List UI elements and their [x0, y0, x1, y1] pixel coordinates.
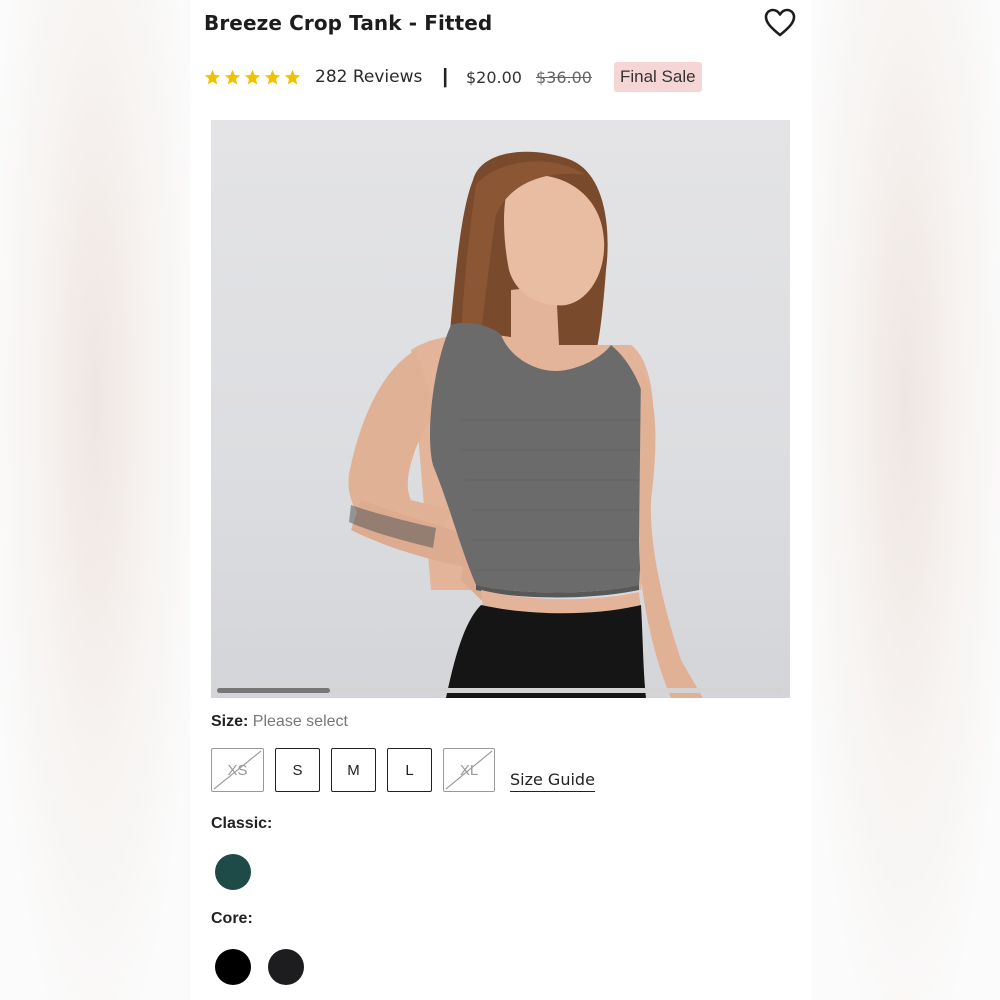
star-icon — [224, 69, 241, 85]
wishlist-heart-icon[interactable] — [764, 8, 796, 38]
size-xs-button[interactable]: XS — [211, 748, 264, 792]
star-rating[interactable] — [204, 69, 301, 86]
star-icon — [204, 69, 221, 85]
gallery-scrollbar[interactable] — [217, 688, 783, 693]
gallery-scrollbar-thumb[interactable] — [217, 688, 331, 693]
background-blur-right — [812, 0, 1000, 1000]
star-icon — [284, 69, 301, 85]
star-icon — [264, 69, 281, 85]
model-illustration — [348, 151, 703, 698]
reviews-link[interactable]: 282 Reviews — [315, 67, 422, 87]
background-blur-left — [0, 0, 190, 1000]
product-title: Breeze Crop Tank - Fitted — [204, 11, 493, 35]
final-sale-badge: Final Sale — [613, 62, 702, 92]
color-swatch-classic-green[interactable] — [215, 854, 251, 890]
classic-color-label: Classic: — [211, 815, 273, 832]
rating-price-row: 282 Reviews | $20.00 $36.00 Final Sale — [204, 60, 804, 94]
product-image[interactable] — [211, 120, 790, 698]
divider: | — [442, 65, 448, 88]
size-xl-button[interactable]: XL — [443, 748, 495, 792]
core-color-label: Core: — [211, 910, 253, 927]
size-s-button[interactable]: S — [275, 748, 320, 792]
original-price: $36.00 — [535, 67, 592, 87]
size-placeholder: Please select — [252, 713, 348, 730]
star-icon — [244, 69, 261, 85]
product-panel: Breeze Crop Tank - Fitted 282 Reviews | … — [190, 0, 812, 1000]
size-l-button[interactable]: L — [387, 748, 432, 792]
sale-price: $20.00 — [465, 67, 522, 87]
size-m-button[interactable]: M — [331, 748, 376, 792]
color-swatch-core-charcoal[interactable] — [268, 949, 304, 985]
size-guide-link[interactable]: Size Guide — [510, 770, 595, 792]
size-options: XS S M L XL Size Guide — [211, 748, 595, 792]
color-swatch-core-black[interactable] — [215, 949, 251, 985]
size-label: Size: Please select — [211, 713, 348, 730]
